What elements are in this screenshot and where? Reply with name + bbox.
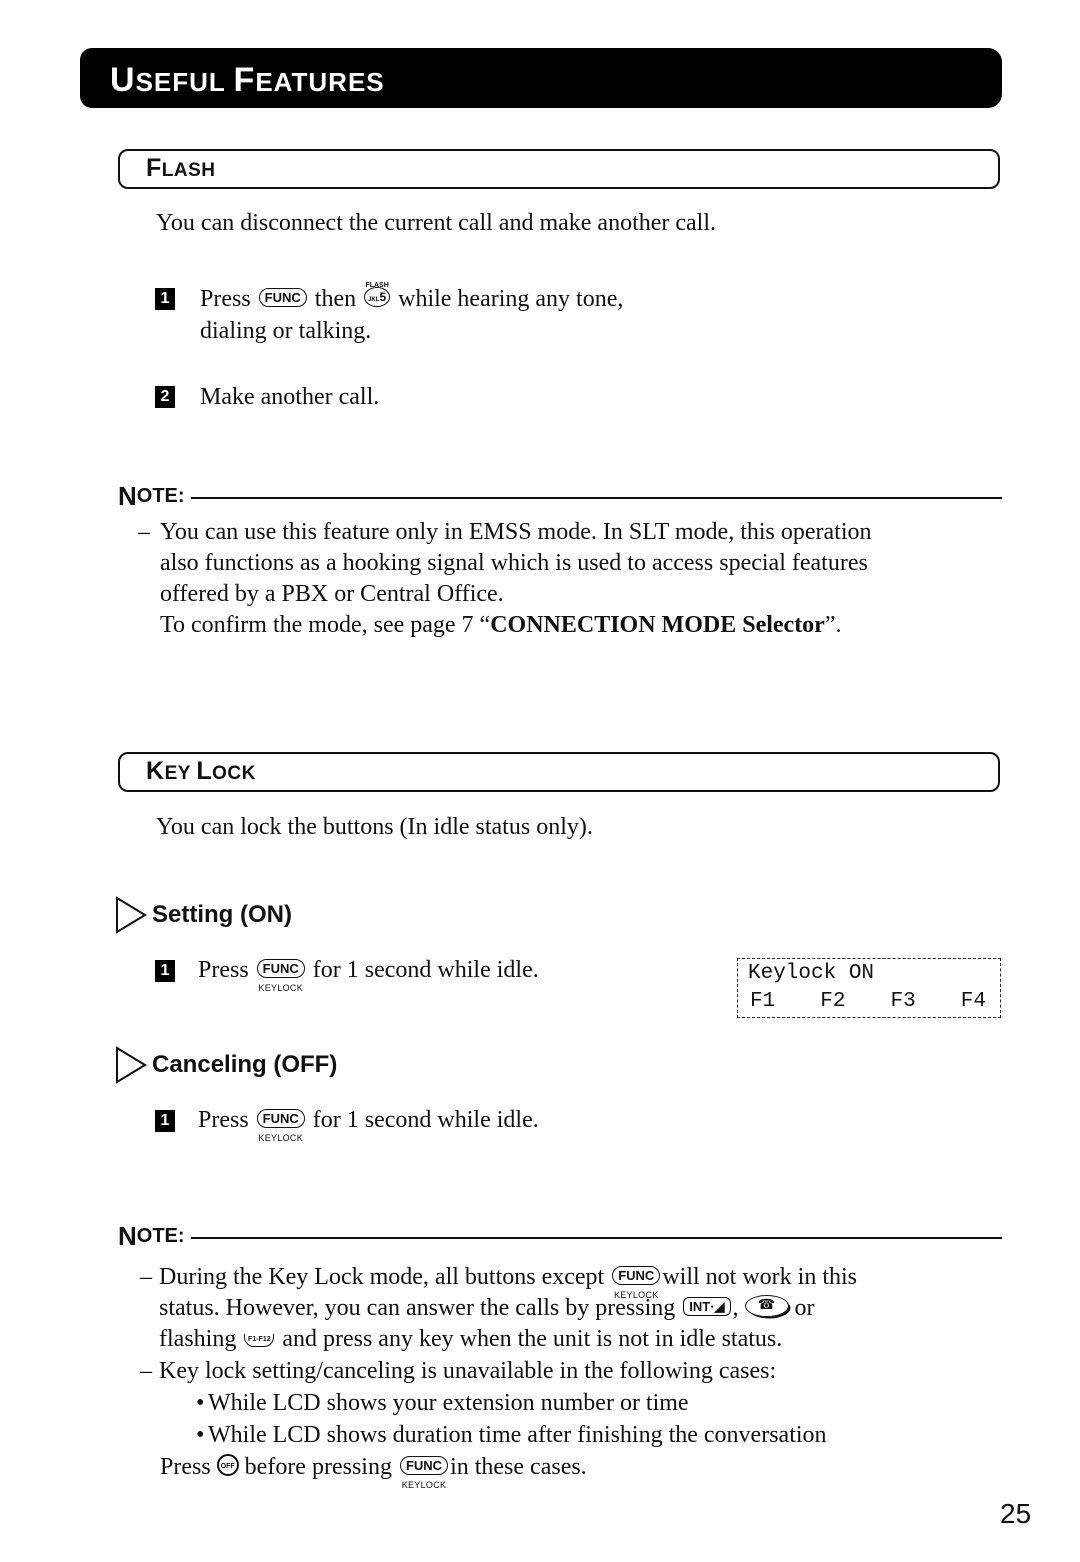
- keylock-note-item-1-line-2: status. However, you can answer the call…: [159, 1295, 815, 1321]
- keylock-note-item-1-line-3: flashing F1-F12 and press any key when t…: [159, 1326, 783, 1352]
- key-5-flash-icon: FLASH JKL5: [364, 282, 391, 308]
- keylock-note-item-1-line-1: During the Key Lock mode, all buttons ex…: [159, 1264, 857, 1300]
- flash-note-body: You can use this feature only in EMSS mo…: [160, 519, 872, 638]
- lcd-softkeys: F1 F2 F3 F4: [748, 988, 1000, 1016]
- setting-step-1: Press FUNC KEYLOCK for 1 second while idl…: [198, 957, 539, 993]
- canceling-off-heading: Canceling (OFF): [114, 1046, 337, 1084]
- lcd-line-1: Keylock ON: [748, 962, 875, 985]
- flash-section-box: [118, 149, 1000, 189]
- keylock-note-item-2: Key lock setting/canceling is unavailabl…: [159, 1358, 777, 1384]
- flash-step-1-cont: dialing or talking.: [200, 318, 372, 344]
- divider: [190, 1237, 1002, 1239]
- divider: [190, 497, 1002, 499]
- note-dash: –: [140, 1358, 152, 1384]
- keylock-section-title: KEY LOCK: [146, 757, 256, 785]
- func-keylock-key-icon: FUNC KEYLOCK: [399, 1455, 449, 1490]
- bullet: •: [196, 1422, 205, 1448]
- keylock-note-bullet-2: While LCD shows duration time after fini…: [208, 1422, 827, 1448]
- intercom-key-icon: INT·◢: [683, 1296, 731, 1316]
- func-keylock-key-icon: FUNC KEYLOCK: [256, 958, 305, 993]
- triangle-pointer-icon: [116, 896, 147, 934]
- page-title: USEFUL FEATURES: [110, 61, 385, 99]
- step-number: 1: [155, 288, 175, 310]
- flash-note-heading: N OTE:: [118, 481, 1002, 511]
- bullet: •: [196, 1390, 205, 1416]
- func-keylock-key-icon: FUNC KEYLOCK: [612, 1265, 661, 1300]
- setting-on-heading: Setting (ON): [114, 896, 292, 934]
- canceling-step-1: Press FUNC KEYLOCK for 1 second while idl…: [198, 1107, 539, 1143]
- softkey-f4: F4: [960, 990, 986, 1013]
- softkey-f2: F2: [820, 990, 846, 1013]
- softkey-f3: F3: [890, 990, 916, 1013]
- lcd-display: Keylock ON F1 F2 F3 F4: [737, 958, 1001, 1018]
- func-keylock-key-icon: FUNC KEYLOCK: [256, 1108, 305, 1143]
- func-key-icon: FUNC: [258, 287, 307, 307]
- off-key-icon: OFF: [216, 1454, 239, 1477]
- keylock-note-bullet-1: While LCD shows your extension number or…: [208, 1390, 689, 1416]
- keylock-intro: You can lock the buttons (In idle status…: [156, 814, 593, 840]
- flash-step-1: Press FUNC then FLASH JKL5 while hearing …: [200, 282, 624, 312]
- step-number: 1: [155, 960, 175, 982]
- flash-section-title: FLASH: [146, 154, 216, 182]
- page-number: 25: [1000, 1498, 1032, 1529]
- softkey-f1: F1: [750, 990, 776, 1013]
- hook-answer-key-icon: ☎: [744, 1295, 789, 1318]
- flash-intro: You can disconnect the current call and …: [156, 210, 717, 236]
- function-key-f1-f12-icon: F1-F12: [244, 1333, 275, 1347]
- keylock-note-final: Press OFF before pressing FUNC KEYLOCK in …: [160, 1454, 587, 1490]
- connection-mode-reference: CONNECTION MODE Selector: [490, 612, 825, 638]
- keylock-note-heading: N OTE:: [118, 1221, 1002, 1251]
- flash-step-2: Make another call.: [200, 384, 380, 410]
- note-dash: –: [140, 1264, 152, 1290]
- note-dash: –: [138, 519, 150, 545]
- triangle-pointer-icon: [116, 1046, 147, 1084]
- step-number: 1: [155, 1110, 175, 1132]
- step-number: 2: [155, 386, 175, 408]
